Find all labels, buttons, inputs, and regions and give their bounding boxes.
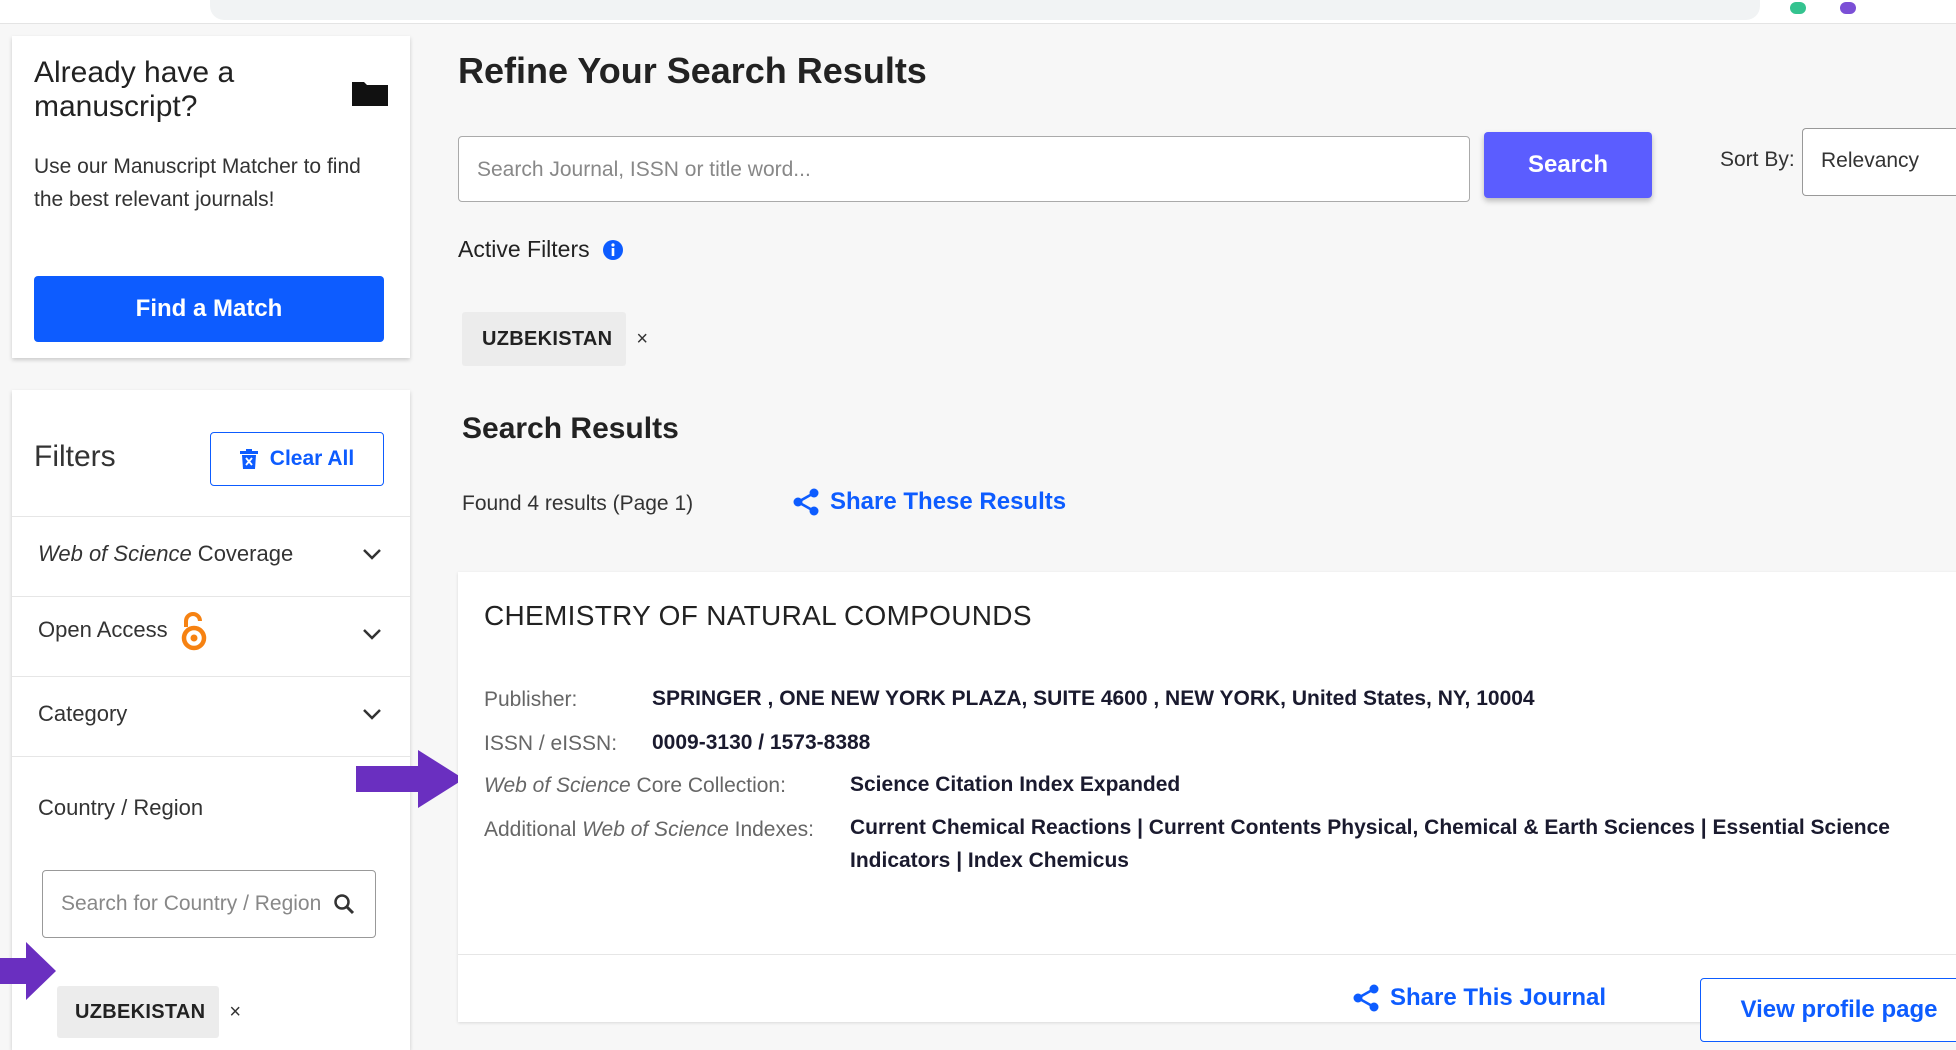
core-collection-value: Science Citation Index Expanded — [850, 773, 1181, 796]
profile-icon[interactable] — [1840, 2, 1856, 14]
info-icon[interactable] — [602, 239, 624, 261]
matcher-title: Already have a manuscript? — [34, 56, 235, 123]
chip-label: UZBEKISTAN — [482, 327, 613, 350]
filter-label: Open Access — [38, 611, 208, 651]
journal-result-card: CHEMISTRY OF NATURAL COMPOUNDS Publisher… — [458, 572, 1956, 1042]
share-results-link[interactable]: Share These Results — [792, 488, 1066, 516]
chevron-down-icon — [363, 549, 381, 560]
sort-select[interactable]: Relevancy — [1802, 128, 1956, 196]
country-search-field[interactable] — [42, 870, 376, 938]
share-journal-label: Share This Journal — [1390, 984, 1607, 1011]
issn-label: ISSN / eISSN: — [484, 732, 618, 755]
results-count: Found 4 results (Page 1) — [462, 492, 694, 515]
folder-icon — [352, 82, 388, 106]
active-filters-label: Active Filters — [458, 236, 590, 262]
share-results-label: Share These Results — [830, 488, 1067, 515]
trash-icon — [239, 449, 258, 469]
search-results-title: Search Results — [462, 412, 679, 445]
journal-search-field[interactable] — [458, 136, 1470, 202]
page-title: Refine Your Search Results — [458, 50, 927, 91]
chevron-down-icon — [363, 629, 381, 640]
view-profile-button[interactable]: View profile page — [1700, 978, 1956, 1042]
filters-panel: Filters Clear All Web of Science Coverag… — [12, 390, 410, 1050]
share-icon — [793, 488, 819, 516]
journal-search-input[interactable] — [477, 155, 1437, 185]
publisher-label: Publisher: — [484, 688, 578, 711]
remove-chip-button[interactable]: × — [636, 328, 648, 351]
main-content: Refine Your Search Results Search Sort B… — [420, 24, 1956, 1042]
active-filter-chip: UZBEKISTAN × — [462, 312, 648, 366]
share-journal-link[interactable]: Share This Journal — [1352, 984, 1606, 1012]
filter-label: Category — [38, 701, 128, 726]
issn-value: 0009-3130 / 1573-8388 — [652, 731, 871, 754]
filter-country-region[interactable]: Country / Region — [12, 756, 410, 876]
filters-title: Filters — [34, 440, 116, 473]
annotation-arrow-icon — [0, 942, 56, 1000]
find-a-match-button[interactable]: Find a Match — [34, 276, 384, 342]
filter-category[interactable]: Category — [12, 676, 410, 756]
clear-all-button[interactable]: Clear All — [210, 432, 384, 486]
filter-open-access[interactable]: Open Access — [12, 596, 410, 676]
chip-label: UZBEKISTAN — [75, 1000, 206, 1023]
manuscript-matcher-card: Already have a manuscript? Use our Manus… — [12, 36, 410, 358]
sort-label: Sort By: — [1720, 148, 1795, 171]
clear-all-label: Clear All — [269, 447, 355, 470]
filter-label: Country / Region — [38, 795, 204, 820]
share-icon — [1353, 984, 1379, 1012]
selected-country-chip: UZBEKISTAN × — [57, 986, 241, 1038]
core-collection-label: Web of Science Core Collection: — [484, 774, 786, 797]
country-search-input[interactable] — [61, 889, 331, 919]
chevron-down-icon — [363, 709, 381, 720]
extension-icon[interactable] — [1790, 2, 1806, 14]
browser-chrome-strip — [0, 0, 1956, 24]
publisher-value: SPRINGER , ONE NEW YORK PLAZA, SUITE 460… — [652, 687, 1535, 710]
additional-indexes-label: Additional Web of Science Indexes: — [484, 818, 815, 841]
journal-title[interactable]: CHEMISTRY OF NATURAL COMPOUNDS — [484, 600, 1032, 632]
filter-label: Web of Science Coverage — [38, 541, 294, 566]
search-button[interactable]: Search — [1484, 132, 1652, 198]
sidebar: Already have a manuscript? Use our Manus… — [0, 24, 420, 1050]
card-divider — [458, 954, 1956, 955]
open-access-icon — [181, 612, 207, 651]
additional-indexes-value: Current Chemical Reactions | Current Con… — [850, 816, 1890, 872]
address-bar[interactable] — [210, 0, 1760, 20]
active-filters-heading: Active Filters — [458, 236, 624, 263]
filter-wos-coverage[interactable]: Web of Science Coverage — [12, 516, 410, 596]
search-icon[interactable] — [333, 893, 355, 915]
matcher-description: Use our Manuscript Matcher to find the b… — [34, 155, 361, 211]
remove-chip-button[interactable]: × — [229, 1001, 241, 1024]
